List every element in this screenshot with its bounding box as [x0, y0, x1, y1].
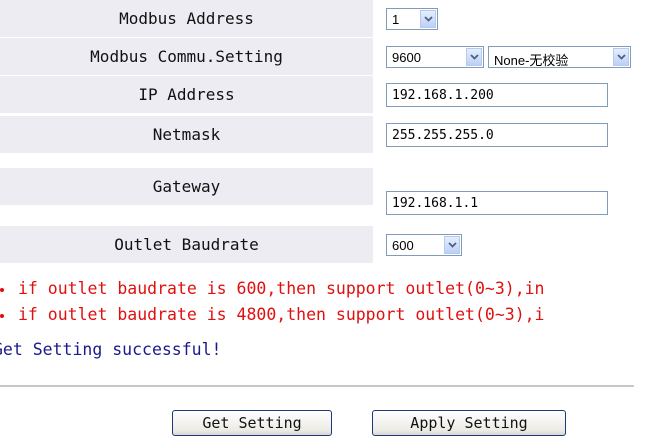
- modbus-parity-value: None-无校验: [494, 53, 569, 68]
- chevron-down-icon[interactable]: [466, 48, 482, 66]
- netmask-row: Netmask: [0, 114, 634, 154]
- chevron-down-icon[interactable]: [444, 236, 460, 254]
- gateway-input[interactable]: [386, 191, 608, 215]
- modbus-baud-select[interactable]: 9600: [386, 46, 484, 68]
- chevron-down-icon[interactable]: [420, 10, 436, 28]
- warning-note-text: if outlet baudrate is 600,then support o…: [18, 279, 545, 298]
- outlet-baudrate-select[interactable]: 600: [386, 234, 462, 256]
- modbus-commu-label: Modbus Commu.Setting: [0, 38, 373, 76]
- ip-address-cell: [374, 76, 634, 113]
- modbus-parity-select[interactable]: None-无校验: [488, 46, 631, 68]
- modbus-address-select[interactable]: 1: [386, 8, 438, 30]
- gateway-label: Gateway: [0, 168, 373, 206]
- modbus-baud-value: 9600: [392, 50, 421, 65]
- apply-setting-button[interactable]: Apply Setting: [372, 410, 566, 436]
- netmask-label: Netmask: [0, 116, 373, 154]
- warning-note-text: if outlet baudrate is 4800,then support …: [18, 305, 545, 324]
- modbus-address-label: Modbus Address: [0, 0, 373, 38]
- bullet-icon: [0, 313, 4, 318]
- ip-address-row: IP Address: [0, 76, 634, 114]
- right-gutter: [634, 0, 650, 448]
- outlet-baudrate-cell: 600: [374, 226, 634, 263]
- outlet-baudrate-row: Outlet Baudrate 600: [0, 226, 634, 264]
- outlet-baudrate-value: 600: [392, 238, 414, 253]
- divider: [0, 385, 634, 388]
- status-message: Get Setting successful!: [0, 340, 222, 359]
- gateway-cell: [374, 154, 634, 215]
- modbus-commu-cell: 9600 None-无校验: [374, 38, 634, 75]
- bullet-icon: [0, 287, 4, 292]
- modbus-commu-row: Modbus Commu.Setting 9600 None-无校验: [0, 38, 634, 76]
- chevron-down-icon[interactable]: [613, 48, 629, 66]
- ip-address-input[interactable]: [386, 83, 608, 107]
- modbus-address-value: 1: [392, 12, 400, 27]
- modbus-address-row: Modbus Address 1: [0, 0, 634, 38]
- netmask-cell: [374, 114, 634, 151]
- netmask-input[interactable]: [386, 123, 608, 147]
- modbus-address-cell: 1: [374, 0, 634, 37]
- settings-panel: Modbus Address 1 Modbus Commu.Setting 96…: [0, 0, 634, 448]
- ip-address-label: IP Address: [0, 76, 373, 114]
- warning-note: if outlet baudrate is 4800,then support …: [0, 305, 545, 324]
- outlet-baudrate-label: Outlet Baudrate: [0, 226, 373, 264]
- gateway-row: Gateway: [0, 154, 634, 215]
- warning-note: if outlet baudrate is 600,then support o…: [0, 279, 545, 298]
- get-setting-button[interactable]: Get Setting: [172, 410, 332, 436]
